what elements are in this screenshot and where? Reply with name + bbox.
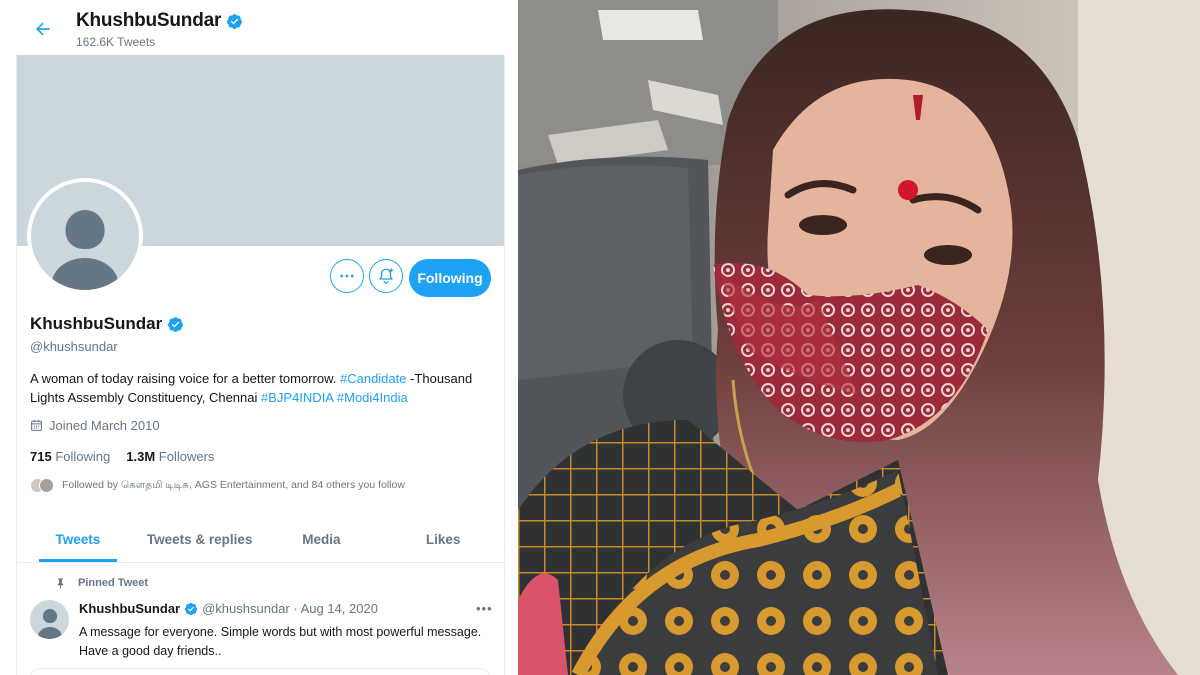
back-arrow-icon[interactable] <box>33 19 53 39</box>
hashtag-link[interactable]: #Candidate <box>340 371 407 386</box>
hashtag-link[interactable]: #Modi4India <box>337 390 408 405</box>
notifications-button[interactable] <box>369 259 403 293</box>
following-label: Following <box>55 449 111 464</box>
following-button[interactable]: Following <box>409 259 491 297</box>
mutual-avatars <box>30 478 54 493</box>
bio-text: A woman of today raising voice for a bet… <box>30 371 340 386</box>
profile-top-bar: KhushbuSundar 162.6K Tweets <box>16 0 505 55</box>
top-bar-name-text: KhushbuSundar <box>76 10 222 31</box>
profile-name-text: KhushbuSundar <box>30 314 163 333</box>
tab-media[interactable]: Media <box>261 517 383 562</box>
pinned-label-text: Pinned Tweet <box>78 577 149 589</box>
tweet-media-preview <box>30 668 490 675</box>
tweet-author-name[interactable]: KhushbuSundar <box>79 601 180 616</box>
joined-date: Joined March 2010 <box>30 418 160 433</box>
tweet-count: 162.6K Tweets <box>76 35 156 49</box>
calendar-icon <box>31 420 42 431</box>
verified-badge-icon <box>184 602 198 615</box>
followed-by-text: Followed by கௌதமி டிடிசு, AGS Entertainm… <box>62 479 405 491</box>
profile-bio: A woman of today raising voice for a bet… <box>30 369 495 407</box>
tweet-avatar[interactable] <box>30 600 69 639</box>
more-options-button[interactable] <box>330 259 364 293</box>
more-icon <box>340 274 354 278</box>
joined-text: Joined March 2010 <box>49 418 160 433</box>
tweet-more-icon[interactable]: ••• <box>476 601 493 616</box>
followers-label: Followers <box>158 449 215 464</box>
tweet-text: A message for everyone. Simple words but… <box>79 625 482 658</box>
selfie-photo <box>518 0 1200 675</box>
profile-handle: @khushsundar <box>30 339 118 354</box>
hashtag-link[interactable]: #BJP4INDIA <box>261 390 333 405</box>
tweet-header: KhushbuSundar @khushsundar · Aug 14, 202… <box>79 601 378 616</box>
notification-bell-icon <box>379 268 394 284</box>
verified-badge-icon <box>168 316 184 332</box>
followers-count: 1.3M <box>126 449 156 464</box>
following-count: 715 <box>30 449 52 464</box>
tab-likes[interactable]: Likes <box>382 517 504 562</box>
following-stat[interactable]: 715 Following <box>30 449 110 464</box>
twitter-profile-panel: KhushbuSundar 162.6K Tweets Following Kh… <box>0 0 517 675</box>
tab-tweets[interactable]: Tweets <box>17 517 139 562</box>
verified-badge-icon <box>227 13 243 29</box>
followers-stat[interactable]: 1.3M Followers <box>126 449 214 464</box>
pin-icon <box>57 578 64 589</box>
pinned-tweet-label: Pinned Tweet <box>55 577 148 589</box>
profile-name: KhushbuSundar <box>30 314 184 334</box>
profile-avatar[interactable] <box>27 178 143 294</box>
default-avatar-icon <box>31 182 139 290</box>
profile-photo <box>518 0 1200 675</box>
follow-stats: 715 Following 1.3M Followers <box>30 449 214 464</box>
followed-by[interactable]: Followed by கௌதமி டிடிசு, AGS Entertainm… <box>30 478 405 493</box>
top-bar-name: KhushbuSundar <box>76 10 243 32</box>
profile-tabs: Tweets Tweets & replies Media Likes <box>17 517 504 563</box>
tab-tweets-replies[interactable]: Tweets & replies <box>139 517 261 562</box>
tweet-meta: @khushsundar · Aug 14, 2020 <box>202 601 378 616</box>
